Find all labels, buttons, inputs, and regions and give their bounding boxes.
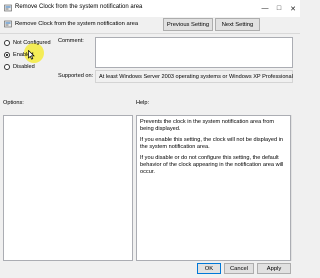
radio-button[interactable] xyxy=(4,64,10,70)
supported-on-label: Supported on: xyxy=(58,73,94,79)
radio-label: Disabled xyxy=(13,64,35,70)
window-title: Remove Clock from the system notificatio… xyxy=(15,4,143,10)
help-scrollbar[interactable] xyxy=(291,115,297,261)
mouse-cursor-icon xyxy=(28,50,35,60)
comment-textarea[interactable] xyxy=(95,37,293,68)
radio-label: Not Configured xyxy=(13,40,51,46)
policy-setting-icon xyxy=(4,4,12,12)
radio-not-configured[interactable]: Not Configured xyxy=(4,40,51,46)
help-paragraph: If you enable this setting, the clock wi… xyxy=(140,136,284,150)
cancel-button[interactable]: Cancel xyxy=(224,263,254,274)
radio-button[interactable] xyxy=(4,40,10,46)
close-button[interactable]: ✕ xyxy=(286,0,300,17)
maximize-button[interactable]: □ xyxy=(272,0,286,17)
help-paragraph: If you disable or do not configure this … xyxy=(140,154,284,175)
comment-label: Comment: xyxy=(58,38,84,44)
options-panel xyxy=(3,115,133,261)
radio-button[interactable] xyxy=(4,52,10,58)
divider xyxy=(0,33,300,34)
options-label: Options: xyxy=(3,100,24,106)
help-paragraph: Prevents the clock in the system notific… xyxy=(140,119,274,132)
supported-on-value: At least Windows Server 2003 operating s… xyxy=(95,70,293,83)
next-setting-button[interactable]: Next Setting xyxy=(215,18,260,31)
radio-disabled[interactable]: Disabled xyxy=(4,64,35,70)
setting-name: Remove Clock from the system notificatio… xyxy=(15,21,139,27)
minimize-button[interactable]: — xyxy=(258,0,272,17)
apply-button[interactable]: Apply xyxy=(257,263,291,274)
previous-setting-button[interactable]: Previous Setting xyxy=(163,18,213,31)
help-label: Help: xyxy=(136,100,150,106)
policy-setting-icon xyxy=(4,20,12,28)
ok-button[interactable]: OK xyxy=(197,263,221,274)
help-panel: Prevents the clock in the system notific… xyxy=(136,115,291,261)
